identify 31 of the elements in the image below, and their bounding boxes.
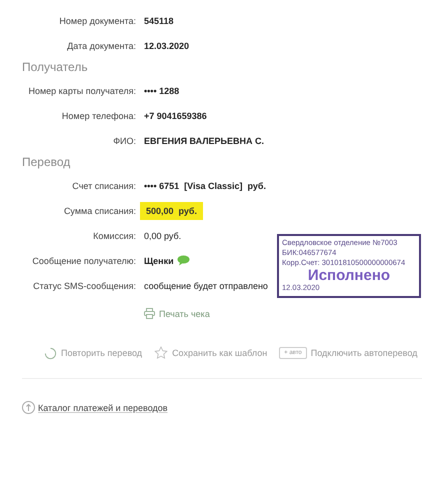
section-heading: Получатель — [21, 59, 89, 76]
printer-icon — [144, 308, 155, 319]
field-value: Щенки — [144, 256, 174, 266]
section-heading: Перевод — [21, 154, 72, 171]
repeat-transfer-link[interactable]: Повторить перевод — [44, 346, 142, 360]
amount-value: 500,00 руб. — [140, 202, 203, 220]
field-label: Статус SMS-сообщения: — [32, 280, 136, 290]
field-label: ФИО: — [112, 136, 136, 146]
field-value: +7 9041659386 — [144, 110, 207, 120]
field-label: Счет списания: — [71, 180, 136, 190]
field-value: •••• 6751 [Visa Classic] руб. — [144, 180, 266, 190]
field-value: 545118 — [144, 16, 174, 26]
field-value: 0,00 руб. — [144, 230, 182, 240]
field-value: 12.03.2020 — [144, 40, 190, 50]
stamp-status: Исполнено — [306, 268, 392, 283]
field-label: Номер телефона: — [60, 110, 136, 120]
star-icon — [154, 346, 168, 360]
field-label: Номер документа: — [58, 16, 136, 26]
sms-bubble-icon — [176, 255, 190, 266]
refresh-icon — [44, 346, 57, 360]
print-receipt-link[interactable]: Печать чека — [144, 308, 210, 319]
field-value: сообщение будет отправлено — [144, 280, 268, 290]
field-label: Номер карты получателя: — [27, 86, 136, 96]
field-value: ЕВГЕНИЯ ВАЛЕРЬЕВНА С. — [144, 136, 264, 146]
field-label: Сумма списания: — [62, 206, 136, 216]
field-label: Сообщение получателю: — [31, 256, 136, 266]
field-label: Дата документа: — [66, 40, 136, 50]
field-value: •••• 1288 — [144, 86, 180, 96]
save-template-link[interactable]: Сохранить как шаблон — [154, 346, 268, 360]
field-label: Комиссия: — [92, 230, 136, 240]
catalog-link[interactable]: Каталог платежей и переводов — [22, 401, 168, 414]
